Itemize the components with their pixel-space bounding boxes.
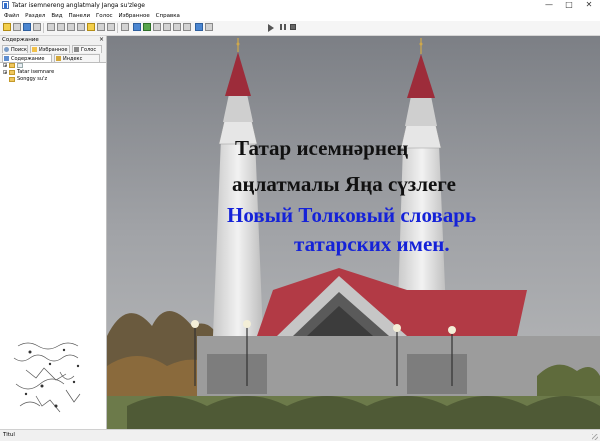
tab-search[interactable]: Поиск (2, 45, 28, 53)
minimize-button[interactable]: — (540, 0, 558, 11)
folder-icon[interactable] (87, 23, 95, 31)
copy-icon[interactable] (97, 23, 105, 31)
contents-tree: + + Tatar isemnare Songgy su'z (0, 62, 106, 83)
panel-close-button[interactable]: × (99, 36, 104, 44)
status-text: Titul (3, 432, 15, 438)
tree-item-label: Songgy su'z (17, 76, 48, 82)
app-icon (2, 1, 9, 9)
display-icon[interactable] (195, 23, 203, 31)
stop-icon[interactable] (290, 24, 296, 30)
paste-icon[interactable] (107, 23, 115, 31)
hand-icon[interactable] (173, 23, 181, 31)
thumbnail-preview (6, 326, 96, 432)
tree-item[interactable]: + (0, 62, 106, 69)
star-icon (32, 47, 37, 52)
title-bar: Tatar isemnereng anglatmaly Janga su'zle… (0, 0, 600, 11)
print-icon[interactable] (133, 23, 141, 31)
toolbar-separator (43, 23, 44, 33)
contents-icon[interactable] (23, 23, 31, 31)
search-icon (4, 47, 9, 52)
title-line-4: татарских имен. (294, 232, 450, 256)
tree-item-label: Tatar isemnare (17, 69, 55, 75)
panel-title: Содержание (2, 37, 39, 43)
tab-index[interactable]: Индекс (54, 54, 100, 62)
zoom-out-icon[interactable] (163, 23, 171, 31)
zoom-in-icon[interactable] (153, 23, 161, 31)
expand-icon[interactable]: + (3, 70, 7, 75)
menu-panels[interactable]: Панели (68, 11, 90, 21)
tab-voice[interactable]: Голос (72, 45, 102, 53)
dropdown-icon[interactable] (13, 23, 21, 31)
expand-icon[interactable]: + (3, 63, 7, 68)
menu-view[interactable]: Вид (51, 11, 62, 21)
toc-icon[interactable] (33, 23, 41, 31)
page-icon[interactable] (143, 23, 151, 31)
toolbar-separator (117, 23, 118, 33)
menu-file[interactable]: Файл (4, 11, 19, 21)
panel-header: Содержание × (0, 36, 106, 44)
status-bar: Titul (0, 429, 600, 441)
contents-panel: Содержание × Поиск Избранное Голос Содер… (0, 36, 107, 432)
page-icon (17, 63, 23, 68)
tab-favorites[interactable]: Избранное (30, 45, 70, 53)
title-line-3: Новый Толковый словарь (227, 203, 477, 227)
window-title: Tatar isemnereng anglatmaly Janga su'zle… (12, 2, 145, 9)
maximize-button[interactable]: □ (560, 0, 578, 11)
menu-section[interactable]: Раздел (25, 11, 45, 21)
display-dropdown-icon[interactable] (205, 23, 213, 31)
pause-icon[interactable] (279, 23, 287, 31)
folder-icon (9, 77, 15, 82)
page-thumbnail[interactable] (6, 326, 96, 432)
play-icon[interactable] (268, 24, 274, 32)
open-icon[interactable] (3, 23, 11, 31)
document-view[interactable]: Татар исемнәрнең аңлатмалы Яңа сүзлеге Н… (107, 36, 600, 429)
prev-page-icon[interactable] (67, 23, 75, 31)
resize-grip[interactable] (592, 434, 598, 440)
tab-contents[interactable]: Содержание (2, 54, 52, 62)
toolbar (0, 21, 600, 36)
tree-item[interactable]: + Tatar isemnare (0, 69, 106, 76)
tree-item[interactable]: Songgy su'z (0, 76, 106, 83)
title-line-1: Татар исемнәрнең (235, 136, 409, 160)
title-line-2: аңлатмалы Яңа сүзлеге (232, 172, 456, 196)
folder-icon (9, 70, 15, 75)
folder-icon (9, 63, 15, 68)
book-icon (4, 56, 9, 61)
menu-favorites[interactable]: Избранное (119, 11, 150, 21)
next-page-icon[interactable] (77, 23, 85, 31)
close-button[interactable]: ✕ (580, 0, 598, 11)
panel-tabs-top: Поиск Избранное Голос (0, 44, 106, 53)
forward-icon[interactable] (57, 23, 65, 31)
back-icon[interactable] (47, 23, 55, 31)
find-icon[interactable] (121, 23, 129, 31)
menu-help[interactable]: Справка (156, 11, 180, 21)
menu-voice[interactable]: Голос (96, 11, 113, 21)
fit-page-icon[interactable] (183, 23, 191, 31)
speaker-icon (74, 47, 79, 52)
key-icon (56, 56, 61, 61)
